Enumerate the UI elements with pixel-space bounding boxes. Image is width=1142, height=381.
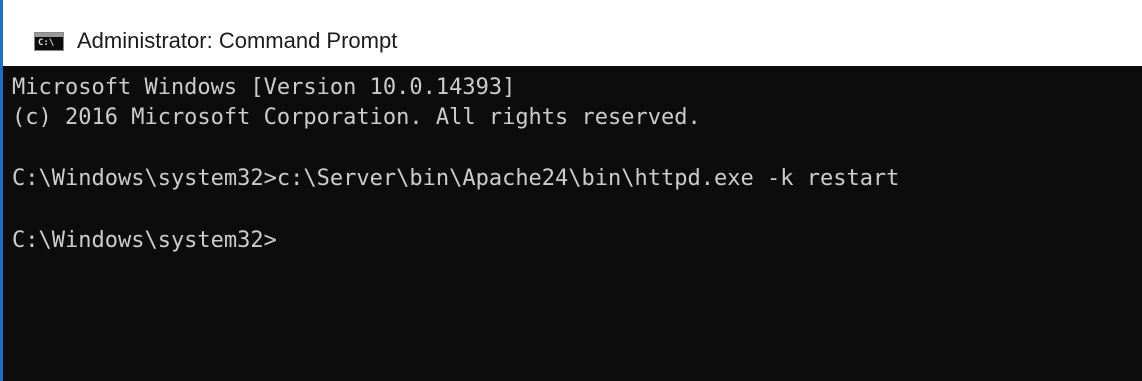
icon-label: C:\ bbox=[38, 38, 55, 48]
window-title: Administrator: Command Prompt bbox=[77, 28, 398, 53]
command-prompt-window: C:\ Administrator: Command Prompt Micros… bbox=[0, 0, 1142, 381]
title-bar[interactable]: C:\ Administrator: Command Prompt bbox=[3, 0, 1142, 66]
console-line-command: C:\Windows\system32>c:\Server\bin\Apache… bbox=[12, 166, 900, 191]
console-line-copyright: (c) 2016 Microsoft Corporation. All righ… bbox=[12, 105, 701, 130]
cmd-console-icon[interactable]: C:\ bbox=[34, 32, 64, 51]
console-line-version: Microsoft Windows [Version 10.0.14393] bbox=[12, 75, 516, 100]
console-output-area[interactable]: Microsoft Windows [Version 10.0.14393] (… bbox=[3, 66, 1142, 381]
console-line-prompt[interactable]: C:\Windows\system32> bbox=[12, 226, 277, 256]
